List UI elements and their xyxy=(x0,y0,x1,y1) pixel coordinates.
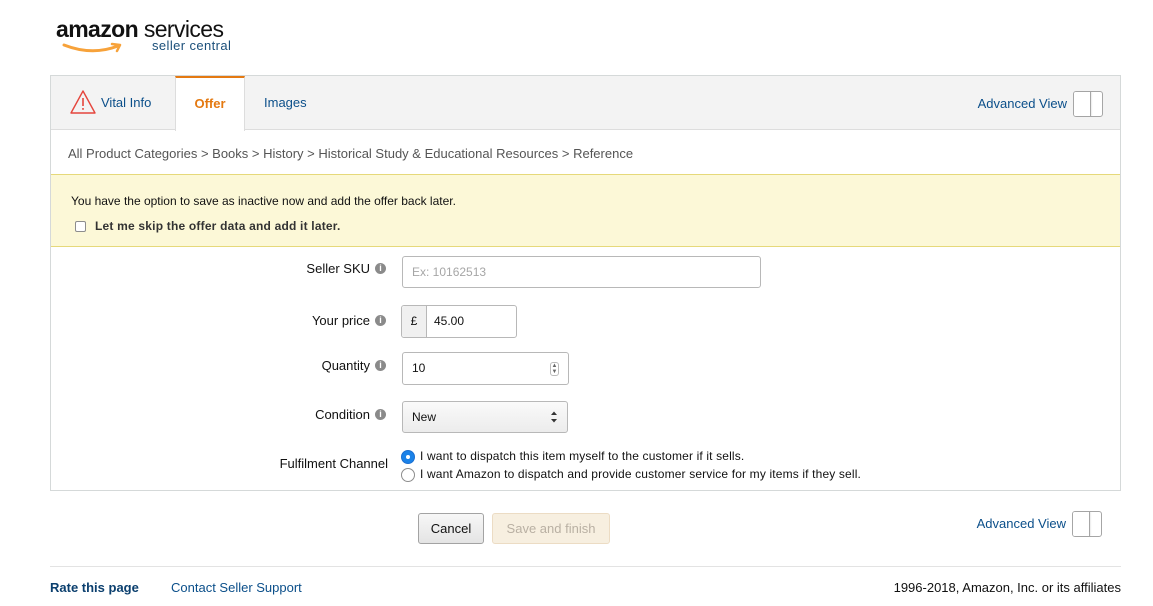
tab-images[interactable]: Images xyxy=(264,76,307,130)
save-and-finish-button[interactable]: Save and finish xyxy=(492,513,610,544)
quantity-label-text: Quantity xyxy=(321,358,370,373)
inactive-notice: You have the option to save as inactive … xyxy=(51,174,1120,247)
quantity-label: Quantity i xyxy=(322,358,386,373)
cancel-button[interactable]: Cancel xyxy=(418,513,484,544)
amazon-smile-icon xyxy=(62,42,122,53)
contact-seller-support-link[interactable]: Contact Seller Support xyxy=(171,580,302,595)
seller-sku-label-text: Seller SKU xyxy=(306,261,370,276)
skip-offer-checkbox[interactable] xyxy=(75,221,86,232)
price-input[interactable]: £ 45.00 xyxy=(401,305,517,338)
info-icon[interactable]: i xyxy=(375,360,386,372)
fulfilment-label: Fulfilment Channel xyxy=(280,456,388,471)
warning-triangle-icon xyxy=(70,90,96,114)
radio-merchant[interactable] xyxy=(401,450,415,464)
seller-sku-label: Seller SKU i xyxy=(306,261,386,276)
select-arrows-icon xyxy=(551,411,557,423)
condition-select[interactable]: New xyxy=(402,401,568,433)
logo-amazon-text: amazon xyxy=(56,16,139,42)
fulfilment-option-amazon-label[interactable]: I want Amazon to dispatch and provide cu… xyxy=(420,467,861,481)
quantity-value[interactable]: 10 xyxy=(412,353,425,384)
tab-vital-info-label: Vital Info xyxy=(101,95,152,110)
advanced-view-label[interactable]: Advanced View xyxy=(977,511,1066,537)
info-icon[interactable]: i xyxy=(375,263,386,275)
tab-vital-info[interactable]: Vital Info xyxy=(69,76,151,130)
toggle-knob xyxy=(1073,512,1090,536)
advanced-view-switch[interactable] xyxy=(1072,511,1102,537)
info-icon[interactable]: i xyxy=(375,315,386,327)
price-label-text: Your price xyxy=(311,313,370,328)
condition-label-text: Condition xyxy=(315,407,370,422)
notice-text: You have the option to save as inactive … xyxy=(71,194,456,208)
radio-amazon[interactable] xyxy=(401,468,415,482)
condition-value: New xyxy=(412,410,437,424)
footer-divider xyxy=(50,566,1121,567)
fulfilment-option-merchant-label[interactable]: I want to dispatch this item myself to t… xyxy=(420,449,744,463)
tab-offer-label: Offer xyxy=(194,96,226,111)
toggle-knob xyxy=(1074,92,1091,116)
amazon-services-logo[interactable]: amazon services seller central xyxy=(56,16,256,56)
skip-offer-checkbox-label[interactable]: Let me skip the offer data and add it la… xyxy=(95,219,341,233)
advanced-view-switch[interactable] xyxy=(1073,91,1103,117)
currency-symbol: £ xyxy=(402,306,427,337)
tab-images-label: Images xyxy=(264,95,307,110)
quantity-stepper[interactable]: 10 ▲ ▼ xyxy=(402,352,569,385)
info-icon[interactable]: i xyxy=(375,409,386,421)
fulfilment-label-text: Fulfilment Channel xyxy=(279,456,388,471)
copyright-text: 1996-2018, Amazon, Inc. or its affiliate… xyxy=(893,580,1121,595)
rate-this-page-link[interactable]: Rate this page xyxy=(50,580,139,595)
tab-bar: Vital Info Offer Images Advanced View xyxy=(51,76,1120,131)
seller-sku-input[interactable] xyxy=(402,256,761,288)
price-label: Your price i xyxy=(312,313,386,328)
spinner-arrows-icon[interactable]: ▲ ▼ xyxy=(550,362,559,376)
page: amazon services seller central Vital Inf… xyxy=(0,0,1153,606)
advanced-view-label[interactable]: Advanced View xyxy=(978,91,1067,117)
advanced-view-toggle-top[interactable]: Advanced View xyxy=(871,91,1103,117)
price-value[interactable]: 45.00 xyxy=(434,306,464,337)
breadcrumb: All Product Categories > Books > History… xyxy=(68,146,634,161)
condition-label: Condition i xyxy=(315,407,386,422)
logo-subtitle: seller central xyxy=(152,38,232,53)
advanced-view-toggle-bottom[interactable]: Advanced View xyxy=(870,511,1102,537)
tab-offer[interactable]: Offer xyxy=(175,76,245,131)
product-form-card: Vital Info Offer Images Advanced View Al… xyxy=(50,75,1121,491)
